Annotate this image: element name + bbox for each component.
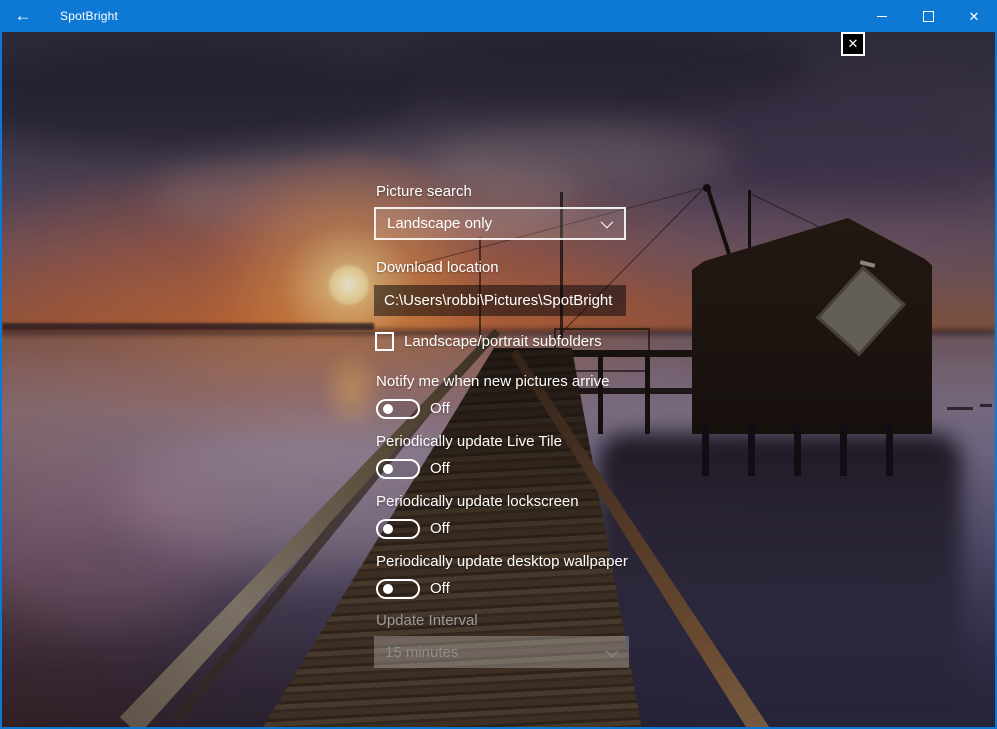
download-location-input[interactable] [374,285,626,316]
back-button[interactable]: ← [0,0,46,32]
wallpaper-toggle-row: Periodically update desktop wallpaper Of… [376,553,696,601]
picture-search-value: Landscape only [387,215,493,232]
notify-toggle[interactable] [376,399,420,419]
lockscreen-label: Periodically update lockscreen [376,493,579,510]
lockscreen-toggle-row: Periodically update lockscreen Off [376,493,696,541]
download-location-label: Download location [376,259,499,276]
live-tile-toggle-row: Periodically update Live Tile Off [376,433,696,481]
close-icon: ✕ [847,36,859,51]
notify-label: Notify me when new pictures arrive [376,373,610,390]
back-icon: ← [14,6,32,25]
subfolders-label: Landscape/portrait subfolders [404,333,602,350]
toggle-knob [383,404,393,414]
toggle-knob [383,524,393,534]
toggle-knob [383,464,393,474]
subfolders-row: Landscape/portrait subfolders [375,332,602,351]
titlebar: ← SpotBright ✕ [0,0,997,32]
maximize-button[interactable] [905,0,951,32]
subfolders-checkbox[interactable] [375,332,394,351]
close-icon: ✕ [968,8,980,24]
live-tile-state: Off [430,460,450,477]
maximize-icon [922,10,934,22]
wallpaper-state: Off [430,580,450,597]
live-tile-toggle[interactable] [376,459,420,479]
window-body: ✕ Picture search Landscape only Download… [0,32,997,729]
picture-search-dropdown[interactable]: Landscape only [374,207,626,240]
update-interval-value: 15 minutes [385,643,459,661]
close-button[interactable]: ✕ [951,0,997,32]
minimize-icon [877,15,887,17]
lockscreen-toggle[interactable] [376,519,420,539]
wallpaper-label: Periodically update desktop wallpaper [376,553,628,570]
app-window: ← SpotBright ✕ ✕ Picture search Landscap… [0,0,997,729]
notify-toggle-row: Notify me when new pictures arrive Off [376,373,696,421]
update-interval-label: Update Interval [376,612,478,629]
minimize-button[interactable] [859,0,905,32]
picture-search-label: Picture search [376,183,472,200]
lockscreen-state: Off [430,520,450,537]
toggle-knob [383,584,393,594]
wallpaper-toggle[interactable] [376,579,420,599]
update-interval-dropdown: 15 minutes [374,636,629,668]
settings-panel: Picture search Landscape only Download l… [2,32,995,727]
notify-state: Off [430,400,450,417]
app-title: SpotBright [60,9,119,23]
chevron-down-icon [605,644,619,657]
settings-close-button[interactable]: ✕ [841,32,865,56]
live-tile-label: Periodically update Live Tile [376,433,562,450]
window-controls: ✕ [859,0,997,32]
chevron-down-icon [600,215,614,229]
